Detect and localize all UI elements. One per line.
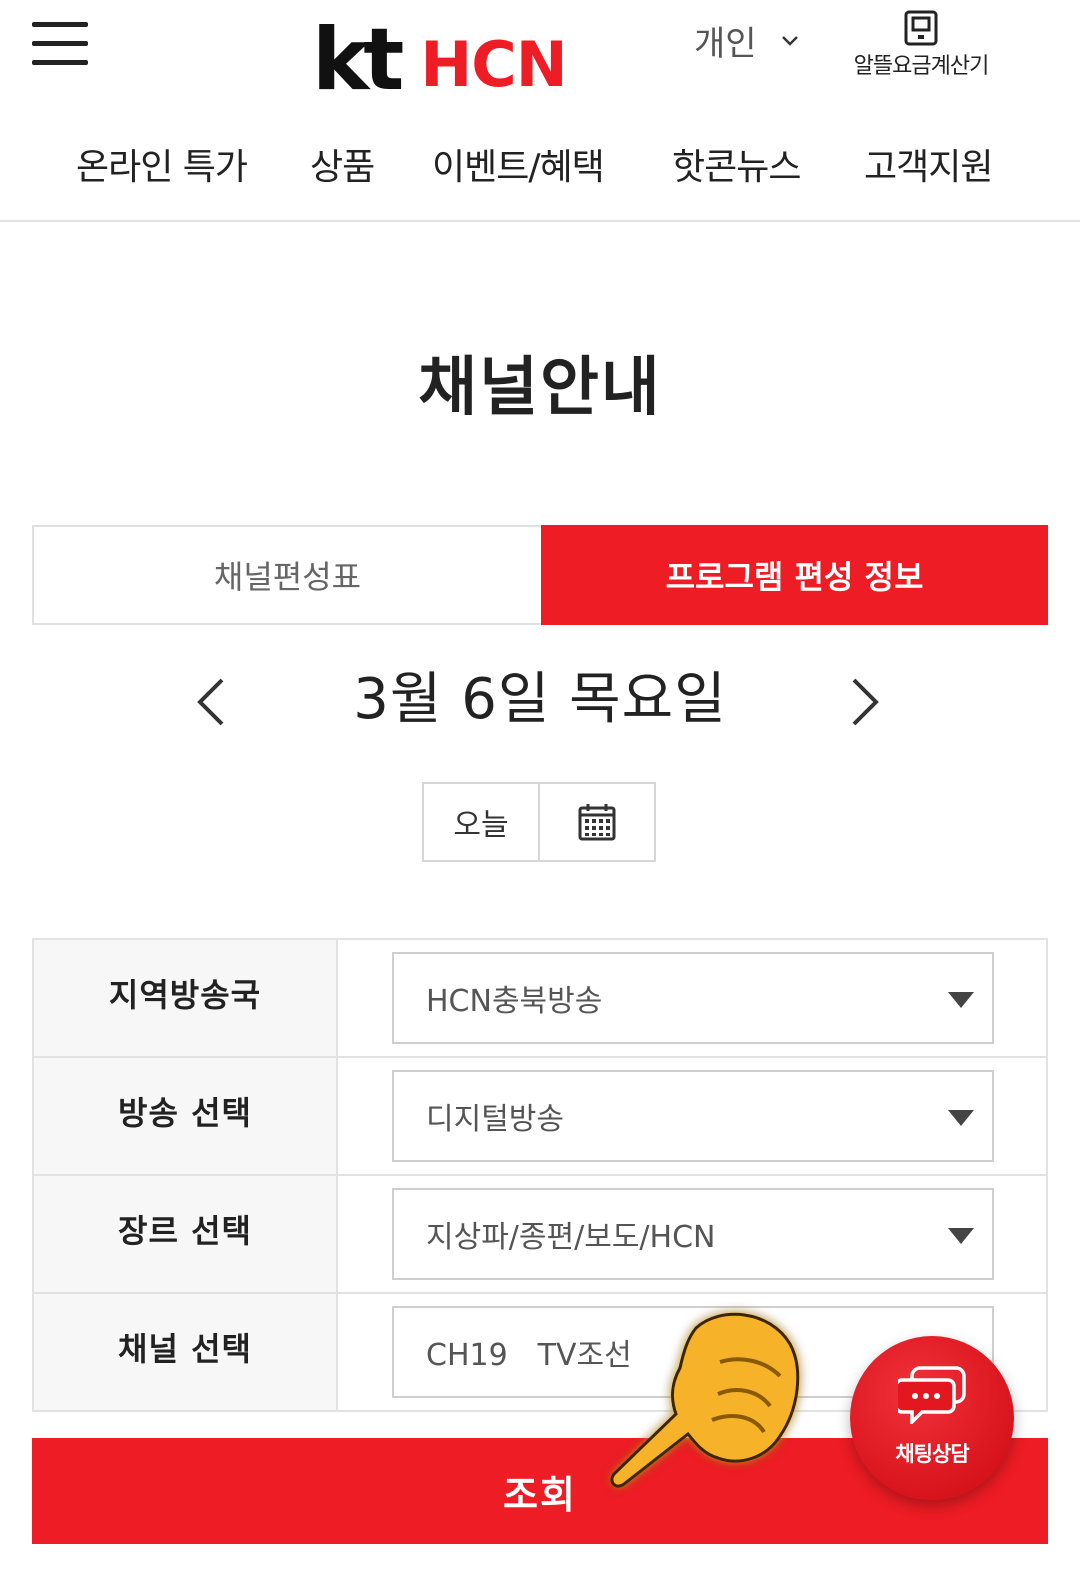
form-row-genre: 장르 선택 지상파/종편/보도/HCN	[34, 1176, 1046, 1294]
tab-channel-schedule[interactable]: 채널편성표	[32, 525, 541, 625]
chevron-right-icon[interactable]	[846, 674, 886, 730]
genre-label: 장르 선택	[34, 1176, 338, 1292]
dropdown-caret-icon	[948, 992, 974, 1008]
dropdown-caret-icon	[948, 1228, 974, 1244]
schedule-tabs: 채널편성표 프로그램 편성 정보	[32, 525, 1048, 625]
search-form: 지역방송국 HCN충북방송 방송 선택 디지털방송 장르 선택 지상파/종편/보…	[32, 938, 1048, 1412]
genre-select-value: 지상파/종편/보도/HCN	[426, 1220, 716, 1255]
broadcast-select-value: 디지털방송	[426, 1102, 564, 1137]
hamburger-menu-icon[interactable]	[32, 22, 88, 66]
calendar-button[interactable]	[540, 784, 654, 860]
nav-item-events[interactable]: 이벤트/혜택	[432, 138, 605, 190]
nav-item-products[interactable]: 상품	[310, 138, 375, 190]
date-buttons: 오늘	[422, 782, 656, 862]
nav-item-hotcon-news[interactable]: 핫콘뉴스	[672, 138, 801, 190]
today-button[interactable]: 오늘	[424, 784, 540, 860]
current-date: 3월 6일 목요일	[353, 667, 727, 732]
form-row-broadcast: 방송 선택 디지털방송	[34, 1058, 1046, 1176]
page-title: 채널안내	[418, 351, 662, 425]
kt-hcn-logo[interactable]: kt HCN	[312, 10, 568, 110]
form-row-region: 지역방송국 HCN충북방송	[34, 940, 1046, 1058]
calendar-icon	[578, 804, 616, 841]
genre-field: 지상파/종편/보도/HCN	[338, 1176, 1046, 1292]
region-label: 지역방송국	[34, 940, 338, 1056]
dropdown-caret-icon	[948, 1110, 974, 1126]
calculator-icon	[904, 10, 938, 46]
channel-select-value: CH19 TV조선	[426, 1338, 632, 1373]
chat-bubble-icon	[898, 1366, 966, 1424]
chat-consult-button[interactable]: 채팅상담	[850, 1336, 1014, 1500]
calculator-label: 알뜰요금계산기	[853, 54, 990, 79]
calculator-button[interactable]: 알뜰요금계산기	[846, 10, 996, 80]
nav-item-customer-support[interactable]: 고객지원	[864, 138, 993, 190]
genre-select[interactable]: 지상파/종편/보도/HCN	[392, 1188, 994, 1280]
nav-item-online-special[interactable]: 온라인 특가	[76, 138, 248, 190]
broadcast-field: 디지털방송	[338, 1058, 1046, 1174]
region-select-value: HCN충북방송	[426, 984, 603, 1019]
broadcast-select[interactable]: 디지털방송	[392, 1070, 994, 1162]
logo-hcn-text: HCN	[420, 28, 567, 101]
segment-label: 개인	[694, 24, 757, 64]
chat-label: 채팅상담	[895, 1442, 969, 1466]
region-select[interactable]: HCN충북방송	[392, 952, 994, 1044]
channel-label: 채널 선택	[34, 1294, 338, 1410]
date-navigator: 3월 6일 목요일	[0, 650, 1080, 750]
main-nav: 온라인 특가 상품 이벤트/혜택 핫콘뉴스 고객지원	[0, 138, 1080, 198]
segment-selector[interactable]: 개인	[694, 16, 799, 65]
region-field: HCN충북방송	[338, 940, 1046, 1056]
site-header: kt HCN 개인 알뜰요금계산기 온라인 특가 상품 이벤트/혜택 핫콘뉴스 …	[0, 0, 1080, 222]
chevron-down-icon	[781, 35, 798, 46]
tab-program-info[interactable]: 프로그램 편성 정보	[541, 525, 1048, 625]
broadcast-label: 방송 선택	[34, 1058, 338, 1174]
logo-kt-text: kt	[312, 10, 404, 110]
